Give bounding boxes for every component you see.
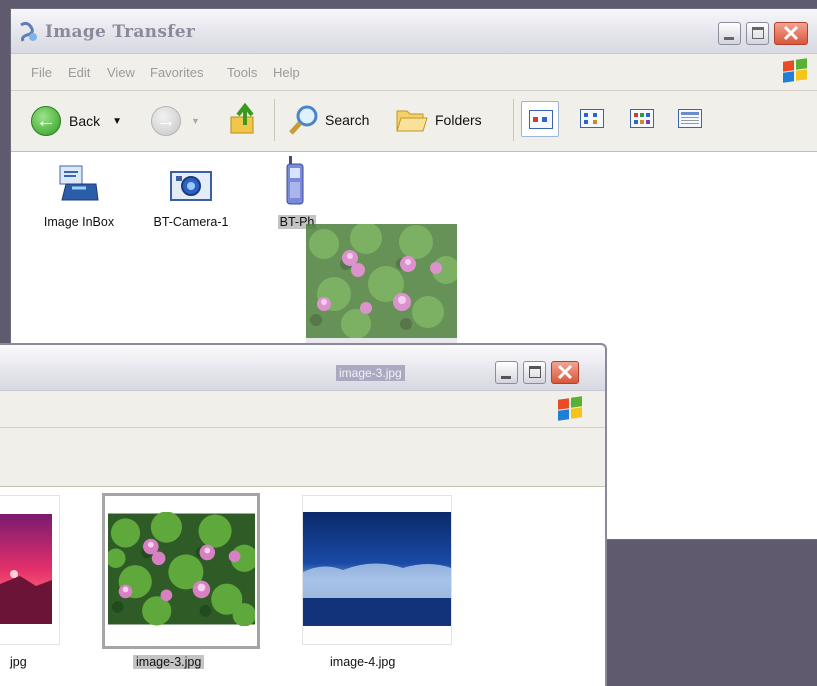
toolbar-separator bbox=[274, 99, 275, 141]
minimize-button[interactable] bbox=[495, 361, 518, 384]
back-label: Back bbox=[69, 113, 101, 129]
close-button[interactable] bbox=[551, 361, 579, 384]
search-icon bbox=[289, 105, 318, 135]
view-details-button[interactable] bbox=[671, 101, 709, 137]
thumbnail-view: jpg image-3.jpg image-4.jpg bbox=[0, 487, 605, 686]
menu-edit[interactable]: Edit bbox=[68, 65, 90, 80]
search-button[interactable]: Search bbox=[287, 103, 369, 137]
device-item-image-inbox[interactable]: Image InBox bbox=[29, 162, 129, 229]
menu-bar bbox=[0, 391, 605, 428]
window-title: Image Transfer bbox=[45, 22, 196, 42]
view-icons-button[interactable] bbox=[573, 101, 611, 137]
device-label: BT-Camera-1 bbox=[153, 215, 229, 229]
device-item-bt-camera-1[interactable]: BT-Camera-1 bbox=[141, 162, 241, 229]
thumbnail-item[interactable] bbox=[302, 495, 452, 645]
drag-ghost-label: image-3.jpg bbox=[336, 365, 405, 381]
windows-logo-icon bbox=[558, 396, 584, 421]
flower-image bbox=[108, 512, 255, 626]
sunset-image bbox=[0, 514, 52, 624]
title-bar[interactable] bbox=[0, 345, 605, 391]
device-item-bt-phone-1[interactable]: BT-Ph bbox=[265, 156, 325, 229]
menu-file[interactable]: File bbox=[31, 65, 52, 80]
back-dropdown-icon[interactable]: ▼ bbox=[112, 116, 122, 127]
toolbar bbox=[0, 428, 605, 487]
minimize-button[interactable] bbox=[718, 22, 741, 45]
back-arrow-icon: ← bbox=[31, 106, 61, 136]
bluetooth-transfer-icon bbox=[20, 21, 37, 42]
thumbnail-label: jpg bbox=[10, 655, 27, 669]
search-label: Search bbox=[325, 112, 370, 128]
up-folder-button[interactable] bbox=[229, 103, 259, 137]
close-button[interactable] bbox=[774, 22, 808, 45]
folders-label: Folders bbox=[435, 112, 482, 128]
folders-icon bbox=[396, 110, 428, 132]
thumbnail-item-selected[interactable] bbox=[102, 493, 260, 649]
drag-ghost bbox=[306, 224, 457, 354]
view-tiles-button[interactable] bbox=[521, 101, 559, 137]
folders-button[interactable]: Folders bbox=[395, 105, 482, 135]
back-button[interactable]: ← Back ▼ bbox=[31, 106, 122, 136]
view-thumbnails-button[interactable] bbox=[623, 101, 661, 137]
icons-view-icon bbox=[580, 109, 604, 128]
maximize-button[interactable] bbox=[746, 22, 769, 45]
toolbar: ← Back ▼ → ▼ Search Folders bbox=[11, 91, 817, 152]
toolbar-separator bbox=[513, 99, 514, 141]
forward-arrow-icon: → bbox=[151, 106, 181, 136]
thumbnails-view-icon bbox=[630, 109, 654, 128]
inbox-icon bbox=[59, 165, 99, 201]
tiles-view-icon bbox=[529, 110, 553, 129]
thumbnail-item[interactable] bbox=[0, 495, 60, 645]
up-folder-icon bbox=[230, 103, 254, 134]
title-bar[interactable]: Image Transfer bbox=[11, 9, 817, 54]
pictures-window: jpg image-3.jpg image-4.jpg bbox=[0, 343, 607, 686]
forward-button[interactable]: → ▼ bbox=[151, 106, 200, 136]
close-icon bbox=[557, 364, 573, 380]
blue-landscape-image bbox=[303, 512, 451, 626]
close-icon bbox=[783, 25, 799, 41]
menu-tools[interactable]: Tools bbox=[227, 65, 257, 80]
menu-view[interactable]: View bbox=[107, 65, 135, 80]
flower-image-drag-preview bbox=[306, 224, 457, 338]
details-view-icon bbox=[678, 109, 702, 128]
maximize-button[interactable] bbox=[523, 361, 546, 384]
windows-logo-icon bbox=[783, 58, 809, 83]
phone-icon bbox=[286, 156, 304, 205]
thumbnail-label: image-4.jpg bbox=[330, 655, 396, 669]
menu-favorites[interactable]: Favorites bbox=[150, 65, 203, 80]
thumbnail-label-selected: image-3.jpg bbox=[133, 655, 205, 669]
device-label: Image InBox bbox=[43, 215, 115, 229]
forward-dropdown-icon[interactable]: ▼ bbox=[191, 116, 200, 126]
menu-help[interactable]: Help bbox=[273, 65, 300, 80]
camera-icon bbox=[170, 171, 212, 201]
menu-bar: File Edit View Favorites Tools Help bbox=[11, 54, 817, 91]
